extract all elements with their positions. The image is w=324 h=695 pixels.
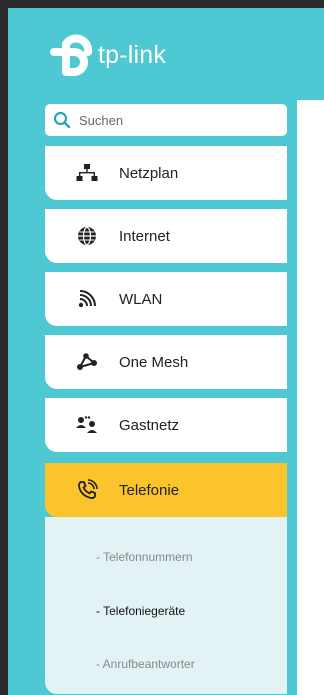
network-icon [75, 161, 99, 185]
sidebar-item-wlan[interactable]: WLAN [45, 272, 287, 326]
window-frame-top [0, 0, 324, 8]
window-frame-left [0, 0, 8, 695]
sidebar-item-gastnetz[interactable]: Gastnetz [45, 398, 287, 452]
mesh-icon [75, 350, 99, 374]
sidebar-item-label: One Mesh [119, 353, 189, 371]
globe-icon [75, 224, 99, 248]
submenu-item-telefonnummern[interactable]: - Telefonnummern [96, 550, 193, 564]
sidebar-item-label: Internet [119, 227, 170, 245]
search-box[interactable] [45, 104, 287, 136]
sidebar-item-telefonie[interactable]: Telefonie [45, 463, 287, 517]
search-input[interactable] [77, 111, 281, 129]
tp-link-logo-icon [50, 34, 92, 76]
search-icon [53, 111, 71, 129]
guest-network-icon [75, 413, 99, 437]
wifi-icon [75, 287, 99, 311]
sidebar-item-netzplan[interactable]: Netzplan [45, 146, 287, 200]
submenu-item-anrufbeantworter[interactable]: - Anrufbeantworter [96, 657, 195, 671]
main-content [297, 100, 324, 695]
sidebar-item-label: Telefonie [119, 481, 180, 499]
sidebar-item-internet[interactable]: Internet [45, 209, 287, 263]
sidebar-item-label: Netzplan [119, 164, 179, 182]
sidebar-item-label: WLAN [119, 290, 163, 308]
sidebar-item-label: Gastnetz [119, 416, 180, 434]
phone-icon [75, 478, 99, 502]
sidebar-item-one-mesh[interactable]: One Mesh [45, 335, 287, 389]
tp-link-logo[interactable]: tp-link [44, 34, 166, 76]
telefonie-submenu: - Telefonnummern - Telefoniegeräte - Anr… [45, 517, 287, 694]
brand-name: tp-link [98, 40, 167, 69]
submenu-item-telefoniegeraete[interactable]: - Telefoniegeräte [96, 604, 185, 618]
